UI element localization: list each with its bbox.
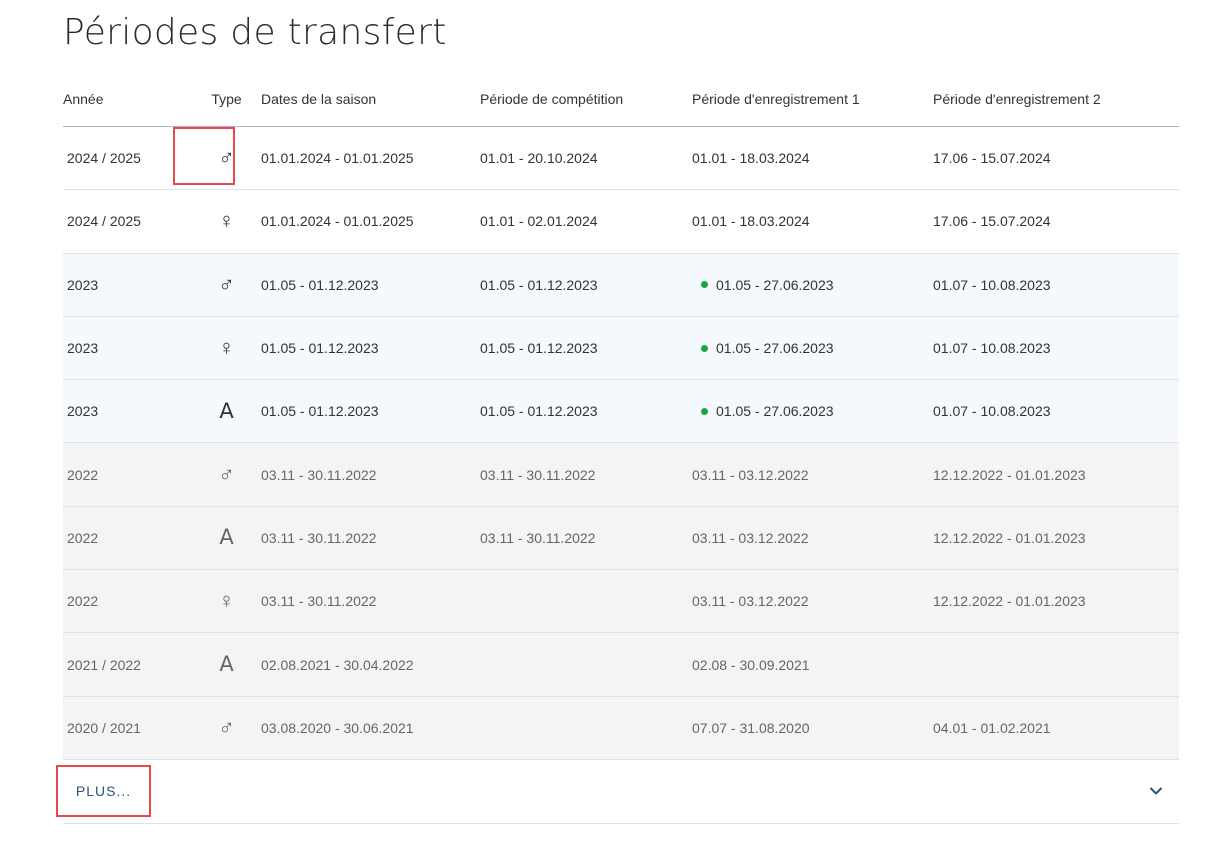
cell-registration-2: 01.07 - 10.08.2023 — [933, 340, 1051, 357]
cell-registration-1: 03.11 - 03.12.2022 — [692, 593, 809, 610]
table-row[interactable]: 2023 ♂ 01.05 - 01.12.2023 01.05 - 01.12.… — [63, 253, 1179, 317]
cell-year: 2023 — [67, 276, 99, 293]
cell-competition: 01.01 - 02.01.2024 — [480, 213, 598, 230]
cell-season: 01.05 - 01.12.2023 — [261, 403, 379, 420]
cell-season: 03.11 - 30.11.2022 — [261, 466, 377, 483]
table-row[interactable]: 2023 ♀ 01.05 - 01.12.2023 01.05 - 01.12.… — [63, 316, 1179, 381]
cell-registration-1: 01.05 - 27.06.2023 — [716, 403, 834, 420]
all-type-icon: A — [219, 525, 234, 550]
all-type-icon: A — [219, 398, 234, 423]
female-icon: ♀ — [218, 588, 235, 614]
all-type-icon: A — [219, 652, 234, 677]
cell-season: 03.11 - 30.11.2022 — [261, 529, 377, 546]
cell-year: 2023 — [67, 403, 99, 420]
cell-season: 03.08.2020 - 30.06.2021 — [261, 719, 414, 736]
cell-competition: 03.11 - 30.11.2022 — [480, 529, 596, 546]
active-dot-icon — [701, 281, 708, 289]
cell-registration-2: 12.12.2022 - 01.01.2023 — [933, 529, 1086, 546]
cell-competition: 01.01 - 20.10.2024 — [480, 150, 598, 167]
cell-registration-2: 04.01 - 01.02.2021 — [933, 719, 1051, 736]
highlight-box-type — [173, 127, 235, 185]
male-icon: ♂ — [218, 461, 235, 487]
cell-competition: 01.05 - 01.12.2023 — [480, 340, 598, 357]
cell-competition: 01.05 - 01.12.2023 — [480, 403, 598, 420]
cell-season: 01.01.2024 - 01.01.2025 — [261, 213, 414, 230]
cell-registration-2: 17.06 - 15.07.2024 — [933, 150, 1051, 167]
female-icon: ♀ — [218, 335, 235, 361]
page-title: Périodes de transfert — [63, 12, 447, 53]
cell-registration-1: 03.11 - 03.12.2022 — [692, 466, 809, 483]
male-icon: ♂ — [218, 271, 235, 297]
cell-year: 2021 / 2022 — [67, 656, 141, 673]
cell-registration-2: 12.12.2022 - 01.01.2023 — [933, 593, 1086, 610]
cell-year: 2022 — [67, 529, 99, 546]
column-header-registration-2[interactable]: Période d'enregistrement 2 — [933, 91, 1179, 107]
show-more-button[interactable]: PLUS... — [56, 765, 151, 817]
column-header-season[interactable]: Dates de la saison — [261, 91, 480, 107]
column-header-competition[interactable]: Période de compétition — [480, 91, 692, 107]
cell-season: 02.08.2021 - 30.04.2022 — [261, 656, 414, 673]
cell-year: 2020 / 2021 — [67, 719, 141, 736]
table-row[interactable]: 2021 / 2022 A 02.08.2021 - 30.04.2022 02… — [63, 633, 1179, 697]
table-header: Année Type Dates de la saison Période de… — [63, 72, 1179, 127]
male-icon: ♂ — [218, 714, 235, 740]
cell-registration-1: 03.11 - 03.12.2022 — [692, 529, 809, 546]
cell-year: 2022 — [67, 593, 99, 610]
cell-competition: 03.11 - 30.11.2022 — [480, 466, 596, 483]
chevron-down-icon[interactable] — [1149, 784, 1163, 798]
cell-registration-1: 01.01 - 18.03.2024 — [692, 150, 810, 167]
column-header-type[interactable]: Type — [192, 92, 261, 106]
cell-season: 03.11 - 30.11.2022 — [261, 593, 377, 610]
cell-registration-2: 17.06 - 15.07.2024 — [933, 213, 1051, 230]
table-row[interactable]: 2022 ♂ 03.11 - 30.11.2022 03.11 - 30.11.… — [63, 443, 1179, 507]
cell-registration-1: 07.07 - 31.08.2020 — [692, 719, 810, 736]
cell-year: 2024 / 2025 — [67, 213, 141, 230]
active-dot-icon — [701, 407, 708, 415]
show-more-row[interactable]: PLUS... — [56, 760, 1179, 824]
cell-registration-1: 01.05 - 27.06.2023 — [716, 340, 834, 357]
cell-competition: 01.05 - 01.12.2023 — [480, 276, 598, 293]
cell-season: 01.01.2024 - 01.01.2025 — [261, 150, 414, 167]
column-header-year[interactable]: Année — [63, 91, 192, 107]
active-dot-icon — [701, 344, 708, 352]
table-row[interactable]: 2022 ♀ 03.11 - 30.11.2022 03.11 - 03.12.… — [63, 570, 1179, 634]
cell-season: 01.05 - 01.12.2023 — [261, 340, 379, 357]
column-header-registration-1[interactable]: Période d'enregistrement 1 — [692, 91, 933, 107]
cell-registration-2: 01.07 - 10.08.2023 — [933, 403, 1051, 420]
cell-year: 2022 — [67, 466, 99, 483]
cell-registration-1: 01.05 - 27.06.2023 — [716, 276, 834, 293]
table-row[interactable]: 2020 / 2021 ♂ 03.08.2020 - 30.06.2021 07… — [63, 696, 1179, 760]
cell-year: 2023 — [67, 340, 99, 357]
cell-registration-1: 02.08 - 30.09.2021 — [692, 656, 810, 673]
cell-registration-2: 12.12.2022 - 01.01.2023 — [933, 466, 1086, 483]
table-row[interactable]: 2022 A 03.11 - 30.11.2022 03.11 - 30.11.… — [63, 506, 1179, 571]
table-row[interactable]: 2023 A 01.05 - 01.12.2023 01.05 - 01.12.… — [63, 380, 1179, 444]
female-icon: ♀ — [218, 208, 235, 234]
cell-season: 01.05 - 01.12.2023 — [261, 276, 379, 293]
table-row[interactable]: 2024 / 2025 ♀ 01.01.2024 - 01.01.2025 01… — [63, 190, 1179, 254]
cell-registration-2: 01.07 - 10.08.2023 — [933, 276, 1051, 293]
cell-registration-1: 01.01 - 18.03.2024 — [692, 213, 810, 230]
